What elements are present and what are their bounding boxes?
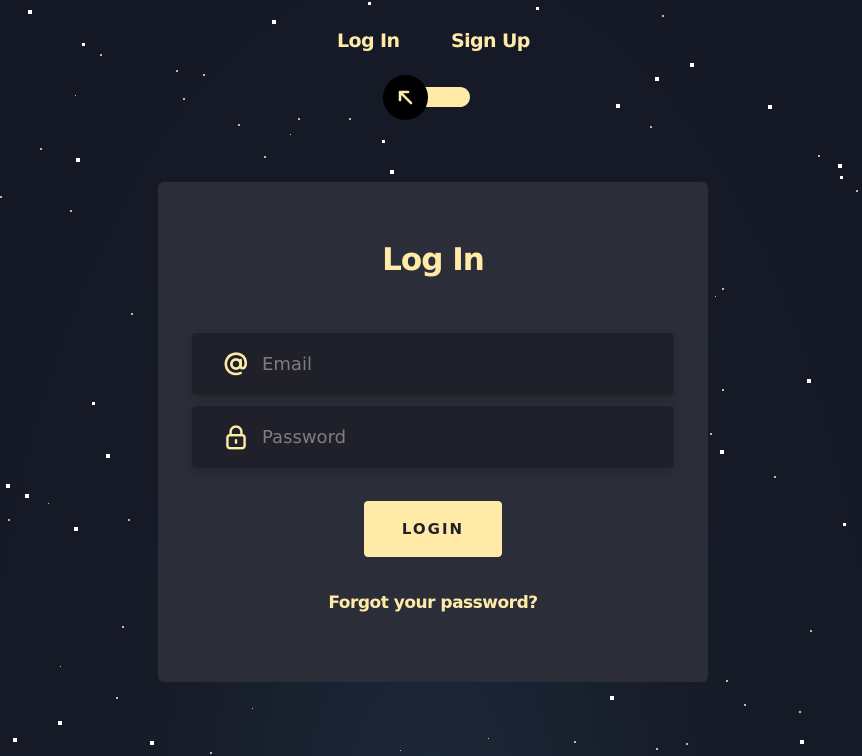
star-dot (28, 10, 32, 14)
star-dot (856, 190, 858, 192)
star-dot (810, 630, 812, 632)
star-dot (25, 494, 29, 498)
login-button[interactable]: LOGIN (364, 501, 502, 557)
star-dot (655, 77, 659, 81)
star-dot (610, 696, 614, 700)
star-dot (116, 697, 118, 699)
star-dot (720, 450, 724, 454)
star-dot (744, 704, 746, 706)
auth-toggle-knob[interactable] (383, 75, 428, 120)
star-dot (74, 527, 78, 531)
star-dot (349, 118, 351, 120)
star-dot (203, 74, 205, 76)
star-dot (690, 63, 694, 67)
star-dot (390, 170, 394, 174)
star-dot (838, 164, 842, 168)
star-dot (807, 379, 811, 383)
password-field (192, 406, 674, 468)
star-dot (843, 523, 846, 526)
login-card: Log In LOGIN Forgot your password? (158, 182, 708, 682)
star-dot (686, 743, 688, 745)
star-dot (60, 666, 61, 667)
email-field (192, 333, 674, 395)
star-dot (75, 95, 76, 96)
star-dot (76, 158, 80, 162)
star-dot (48, 503, 49, 504)
star-dot (6, 484, 10, 488)
star-dot (40, 148, 42, 150)
star-dot (715, 296, 716, 297)
email-input[interactable] (262, 333, 662, 395)
arrow-up-left-icon (398, 90, 413, 105)
star-dot (238, 124, 240, 126)
star-dot (616, 104, 620, 108)
forgot-password-link[interactable]: Forgot your password? (158, 593, 708, 613)
star-dot (382, 140, 385, 143)
at-sign-icon (224, 352, 248, 376)
star-dot (799, 711, 801, 713)
star-dot (176, 70, 178, 72)
star-dot (131, 313, 133, 315)
star-dot (290, 134, 291, 135)
star-dot (400, 750, 401, 751)
lock-icon (226, 425, 246, 450)
star-dot (272, 20, 276, 24)
star-dot (252, 708, 253, 709)
star-dot (840, 176, 843, 179)
star-dot (92, 402, 95, 405)
star-dot (536, 7, 539, 10)
star-dot (8, 519, 10, 521)
star-dot (70, 210, 72, 212)
star-dot (13, 738, 17, 742)
star-dot (722, 288, 724, 290)
star-dot (650, 126, 652, 128)
star-dot (183, 98, 185, 100)
star-dot (800, 740, 804, 744)
star-dot (574, 741, 576, 743)
star-dot (210, 752, 212, 754)
star-dot (710, 433, 712, 435)
star-dot (818, 155, 820, 157)
tab-login[interactable]: Log In (337, 30, 400, 52)
star-dot (298, 118, 300, 120)
star-dot (58, 721, 62, 725)
auth-tabs: Log In Sign Up (0, 30, 862, 58)
star-dot (264, 156, 266, 158)
star-dot (722, 389, 724, 391)
password-input[interactable] (262, 406, 662, 468)
star-dot (774, 476, 776, 478)
star-dot (726, 680, 728, 682)
star-dot (662, 15, 664, 17)
star-dot (150, 741, 154, 745)
star-dot (0, 196, 2, 198)
star-dot (128, 519, 130, 521)
card-title: Log In (382, 242, 485, 278)
star-dot (768, 105, 772, 109)
star-dot (122, 626, 124, 628)
star-dot (106, 454, 110, 458)
star-dot (656, 748, 658, 750)
star-dot (488, 738, 489, 739)
star-dot (368, 2, 371, 5)
tab-signup[interactable]: Sign Up (451, 30, 530, 52)
